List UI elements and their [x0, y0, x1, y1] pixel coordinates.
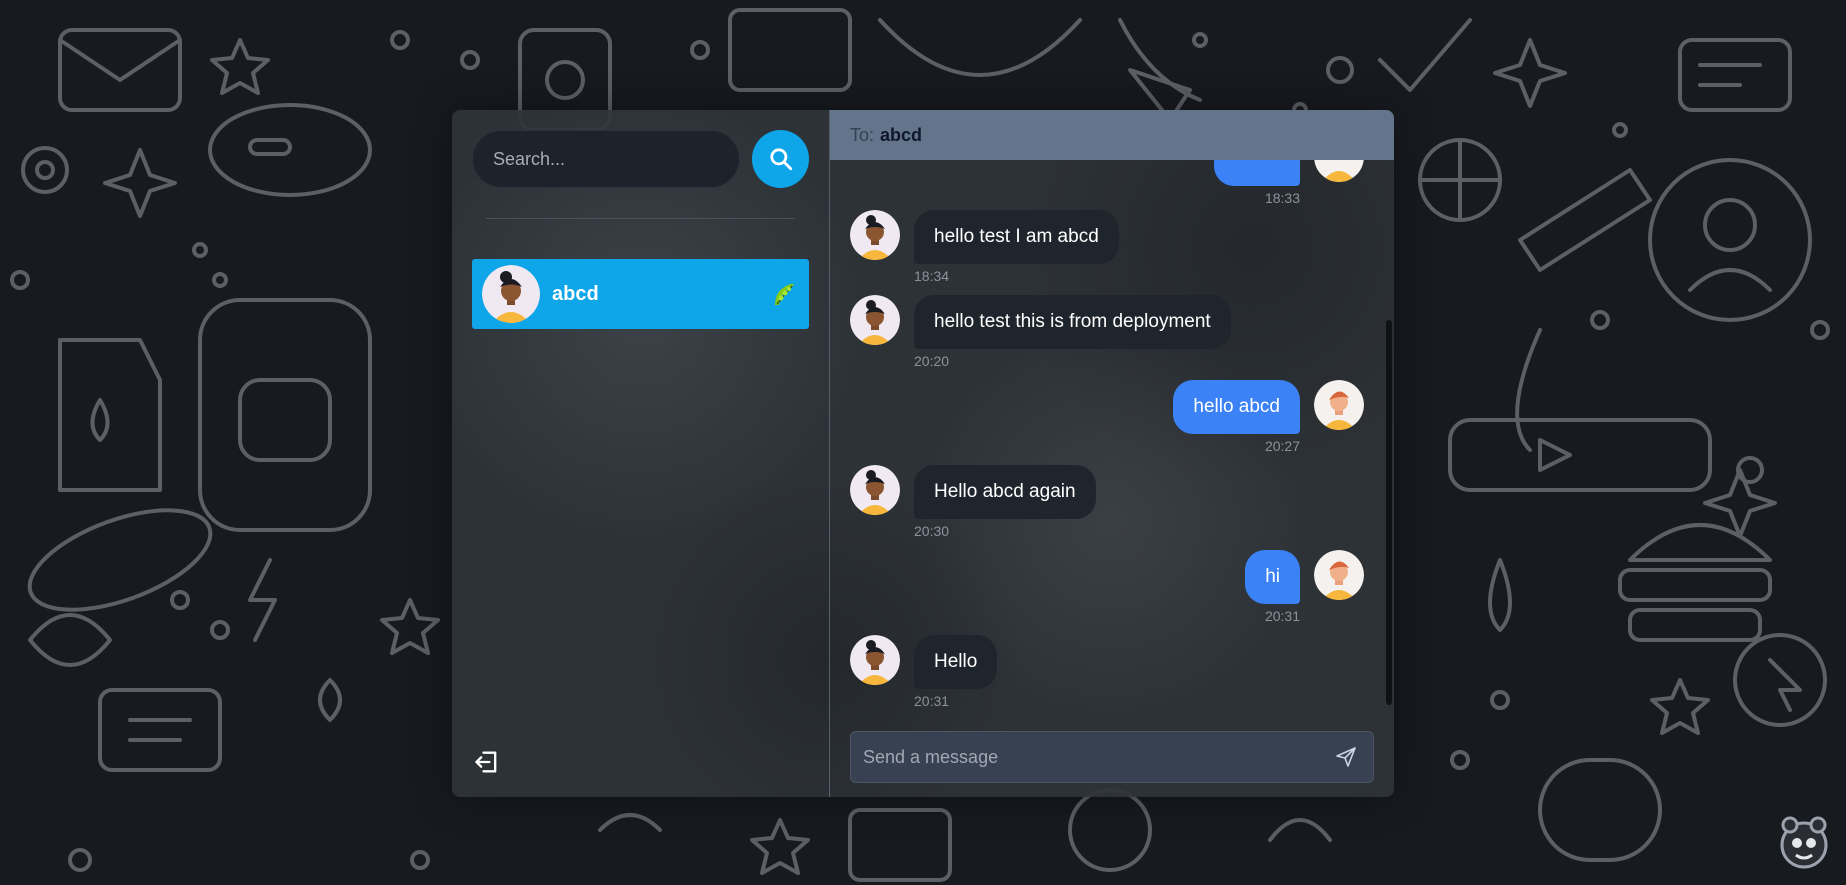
sidebar-divider — [486, 218, 795, 219]
avatar — [482, 265, 540, 323]
avatar — [1314, 380, 1364, 430]
send-button[interactable] — [1331, 742, 1361, 772]
message-bubble: Hello — [914, 635, 998, 689]
message-time: 20:31 — [914, 693, 950, 709]
message-time: 20:20 — [914, 353, 950, 369]
avatar — [1314, 550, 1364, 600]
message-bubble: hello test I am abcd — [914, 210, 1119, 264]
avatar — [850, 295, 900, 345]
chat-header: To: abcd — [830, 110, 1394, 160]
send-icon — [1336, 747, 1356, 767]
messages-list[interactable]: 18:33 hello test I am abcd 18:34 hello t… — [830, 160, 1394, 721]
message: hi 20:31 — [850, 550, 1364, 624]
search-row — [472, 130, 809, 188]
message: hello abcd 20:27 — [850, 380, 1364, 454]
message: hello test I am abcd 18:34 — [850, 210, 1364, 284]
message-composer — [850, 731, 1374, 783]
message-bubble: hi — [1245, 550, 1300, 604]
message-time: 20:30 — [914, 523, 950, 539]
message: hello test this is from deployment 20:20 — [850, 295, 1364, 369]
message-time: 18:34 — [914, 268, 950, 284]
chat-app-window: abcd To: abcd — [452, 110, 1394, 797]
logout-icon — [475, 751, 497, 773]
message: 18:33 — [850, 160, 1364, 206]
chat-panel: To: abcd 18:33 hello test I am abcd 18:3… — [830, 110, 1394, 797]
conversation-item[interactable]: abcd — [472, 259, 809, 329]
avatar — [850, 465, 900, 515]
avatar — [850, 210, 900, 260]
message-bubble: Hello abcd again — [914, 465, 1096, 519]
message-time: 20:31 — [1264, 608, 1300, 624]
avatar — [850, 635, 900, 685]
search-button[interactable] — [752, 130, 809, 188]
mascot-logo-icon — [1780, 816, 1828, 869]
message-input[interactable] — [863, 746, 1331, 768]
scrollbar[interactable] — [1386, 320, 1392, 705]
message-bubble: hello test this is from deployment — [914, 295, 1231, 349]
message: Hello abcd again 20:30 — [850, 465, 1364, 539]
search-input[interactable] — [472, 130, 740, 188]
logout-button[interactable] — [472, 747, 502, 777]
conversation-name: abcd — [552, 282, 599, 305]
pea-pod-icon — [775, 283, 794, 305]
search-icon — [769, 148, 792, 171]
message-time: 18:33 — [1264, 190, 1300, 206]
avatar — [1314, 160, 1364, 182]
message-bubble — [1214, 160, 1300, 186]
message-bubble: hello abcd — [1173, 380, 1300, 434]
message: Hello 20:31 — [850, 635, 1364, 709]
recipient-name: abcd — [880, 124, 923, 145]
sidebar: abcd — [452, 110, 830, 797]
to-label: To: — [850, 124, 875, 145]
message-time: 20:27 — [1264, 438, 1300, 454]
